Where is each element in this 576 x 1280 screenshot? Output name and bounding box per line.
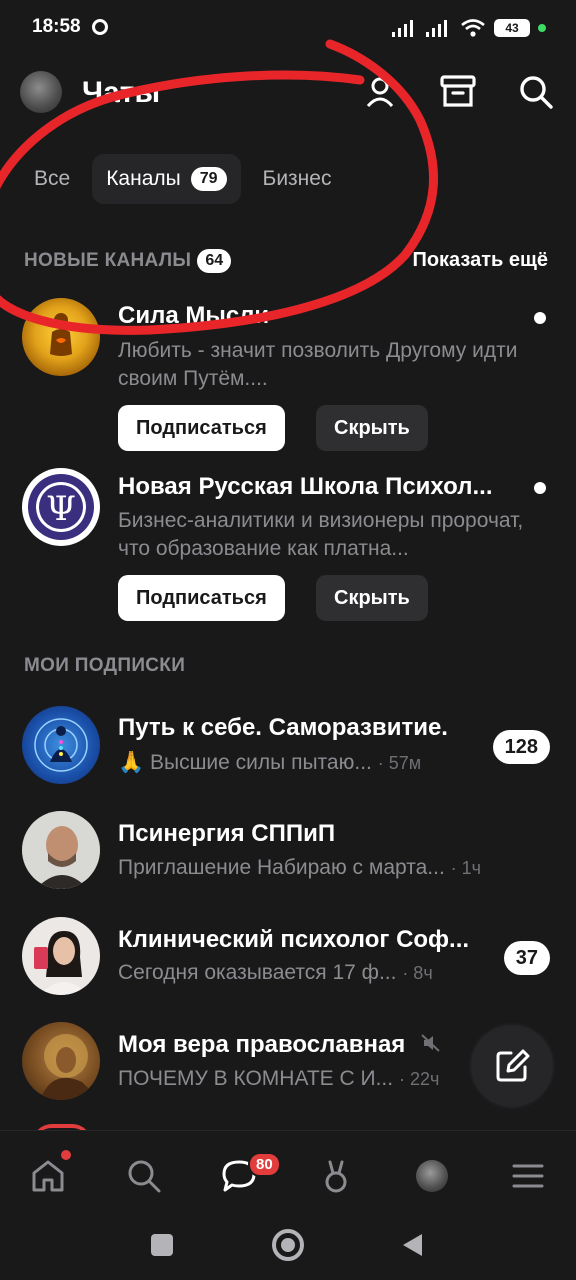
tab-channels[interactable]: Каналы 79 [92, 154, 241, 204]
muted-icon [421, 1034, 440, 1052]
subscribe-button[interactable]: Подписаться [118, 405, 285, 451]
chat-avatar[interactable] [22, 811, 100, 889]
home-icon [32, 1160, 64, 1192]
svg-text:Ψ: Ψ [46, 489, 76, 529]
tab-business[interactable]: Бизнес [249, 154, 346, 204]
tab-label: Бизнес [262, 167, 332, 190]
clips-icon [325, 1160, 347, 1193]
tab-label: Каналы [106, 167, 181, 190]
archive-button[interactable] [436, 70, 480, 114]
chat-preview: ПОЧЕМУ В КОМНАТЕ С И... · 22ч [118, 1067, 439, 1091]
chat-title-text: Моя вера православная [118, 1031, 406, 1058]
contacts-icon [366, 77, 394, 108]
chat-title[interactable]: Клинический психолог Соф... [118, 926, 469, 954]
archive-icon [440, 75, 476, 107]
chat-preview-text: 🙏 Высшие силы пытаю... [118, 751, 372, 774]
hide-button[interactable]: Скрыть [316, 405, 428, 451]
unread-dot [534, 482, 546, 494]
nav-menu[interactable] [504, 1152, 552, 1200]
channel-avatar[interactable]: Ψ [22, 468, 100, 546]
status-icons: 43 [392, 18, 546, 38]
channel-description: Бизнес-аналитики и визионеры пророчат, ч… [118, 507, 550, 563]
chat-time: · 8ч [402, 963, 433, 983]
subscribe-button[interactable]: Подписаться [118, 575, 285, 621]
search-icon [520, 76, 553, 109]
add-contact-button[interactable] [360, 70, 404, 114]
unread-count-badge: 37 [503, 941, 550, 975]
chat-time: · 22ч [398, 1069, 440, 1089]
profile-avatar [416, 1160, 448, 1192]
search-button[interactable] [514, 70, 558, 114]
icon-painting-icon [40, 1034, 100, 1100]
back-icon[interactable] [400, 1232, 424, 1258]
chat-preview: Сегодня оказывается 17 ф... · 8ч [118, 961, 433, 985]
channel-title[interactable]: Сила Мысли [118, 302, 518, 330]
channel-avatar[interactable] [22, 298, 100, 376]
unread-count-badge: 128 [492, 730, 550, 764]
compose-button[interactable] [471, 1025, 553, 1107]
section-label: НОВЫЕ КАНАЛЫ [24, 250, 192, 271]
meditation-figure-icon [50, 313, 72, 356]
battery-icon: 43 [494, 19, 530, 37]
chat-title[interactable]: Путь к себе. Саморазвитие. [118, 714, 448, 742]
chat-title[interactable]: Псинергия СППиП [118, 820, 335, 848]
nav-search[interactable] [120, 1152, 168, 1200]
new-channels-heading: НОВЫЕ КАНАЛЫ 64 [24, 249, 232, 273]
profile-avatar[interactable] [20, 71, 62, 113]
chat-title[interactable]: Моя вера православная [118, 1031, 442, 1059]
bottom-navigation [0, 1130, 576, 1225]
nav-clips[interactable] [312, 1152, 360, 1200]
privacy-indicator [538, 24, 546, 32]
subscriptions-heading: МОИ ПОДПИСКИ [24, 655, 186, 676]
chat-avatar[interactable] [22, 917, 100, 995]
home-system-inner [281, 1238, 295, 1252]
chat-avatar[interactable] [22, 1022, 100, 1100]
channel-description-text: Бизнес-аналитики и визионеры пророчат, ч… [118, 509, 524, 560]
chat-avatar[interactable] [22, 706, 100, 784]
channel-title[interactable]: Новая Русская Школа Психол... [118, 473, 518, 501]
hide-button[interactable]: Скрыть [316, 575, 428, 621]
show-more-link[interactable]: Показать ещё [412, 249, 548, 272]
signal-icon-2 [426, 20, 447, 37]
menu-icon [512, 1164, 544, 1188]
chat-tabs: Все Каналы 79 Бизнес [20, 154, 345, 204]
battery-level: 43 [505, 21, 519, 35]
tab-count-badge: 79 [190, 167, 227, 191]
wifi-icon [461, 19, 485, 37]
chat-preview: 🙏 Высшие силы пытаю... · 57м [118, 751, 421, 775]
notification-icon [92, 19, 108, 35]
home-system-button[interactable] [272, 1229, 304, 1261]
tab-all[interactable]: Все [20, 154, 84, 204]
status-time: 18:58 [32, 16, 81, 37]
compose-icon [496, 1049, 530, 1082]
chat-preview-text: Приглашение Набираю с марта... [118, 856, 445, 879]
channel-description: Любить - значит позволить Другому идти с… [118, 339, 518, 390]
chat-preview-text: ПОЧЕМУ В КОМНАТЕ С И... [118, 1067, 394, 1090]
nav-profile[interactable] [408, 1152, 456, 1200]
recents-button[interactable] [151, 1234, 173, 1256]
home-notification-dot [61, 1150, 71, 1160]
messages-count-badge: 80 [248, 1152, 281, 1177]
person-photo-icon [22, 917, 100, 995]
signal-icon [392, 20, 413, 37]
page-title: Чаты [82, 76, 161, 109]
psi-logo-icon: Ψ [28, 474, 94, 540]
chat-time: · 57м [377, 753, 422, 773]
search-icon [128, 1160, 161, 1193]
person-photo-icon [22, 811, 100, 889]
chakra-meditation-icon [34, 718, 88, 772]
chat-preview: Приглашение Набираю с марта... · 1ч [118, 856, 481, 880]
new-channels-count: 64 [197, 249, 232, 273]
unread-dot [534, 312, 546, 324]
tab-label: Все [34, 167, 71, 190]
chat-preview-text: Сегодня оказывается 17 ф... [118, 961, 397, 984]
chat-time: · 1ч [450, 858, 482, 878]
